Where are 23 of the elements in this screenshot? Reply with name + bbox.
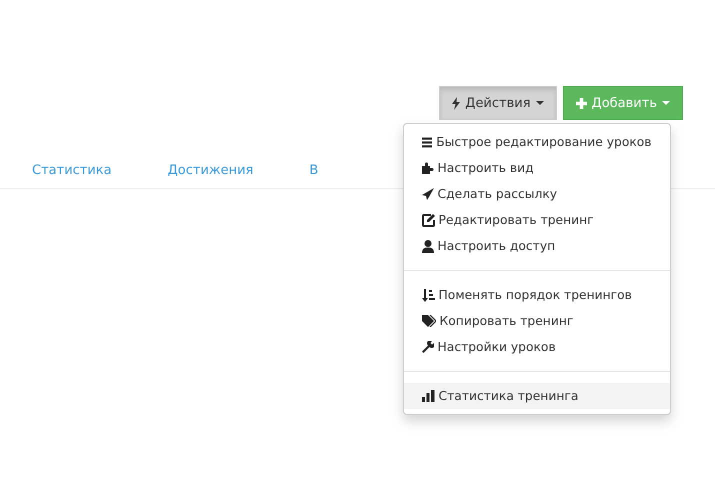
edit-icon [422, 214, 435, 226]
caret-icon [536, 101, 544, 105]
plus-icon [576, 98, 587, 108]
sort-icon [422, 288, 435, 302]
actions-button[interactable]: Действия [439, 86, 557, 120]
wrench-icon [422, 341, 434, 353]
menu-item[interactable]: Настроить вид [404, 155, 670, 181]
menu-item[interactable]: Редактировать тренинг [404, 207, 670, 233]
menu-item[interactable]: Быстрое редактирование уроков [404, 129, 670, 155]
caret-icon [662, 101, 670, 105]
menu-item[interactable]: Копировать тренинг [404, 308, 670, 334]
menu-item[interactable]: Статистика тренинга [404, 383, 670, 409]
user-icon [422, 240, 434, 252]
tag-icon [422, 315, 436, 327]
menu-item[interactable]: Настройки уроков [404, 334, 670, 360]
lightning-icon [452, 96, 460, 110]
menu-item[interactable]: Поменять порядок тренингов [404, 282, 670, 308]
menu-item[interactable]: Настроить доступ [404, 233, 670, 259]
bar-chart-icon [422, 390, 435, 402]
paper-plane-icon [422, 188, 434, 200]
list-icon [422, 136, 432, 148]
puzzle-icon [422, 162, 434, 174]
menu-item[interactable]: Сделать рассылку [404, 181, 670, 207]
